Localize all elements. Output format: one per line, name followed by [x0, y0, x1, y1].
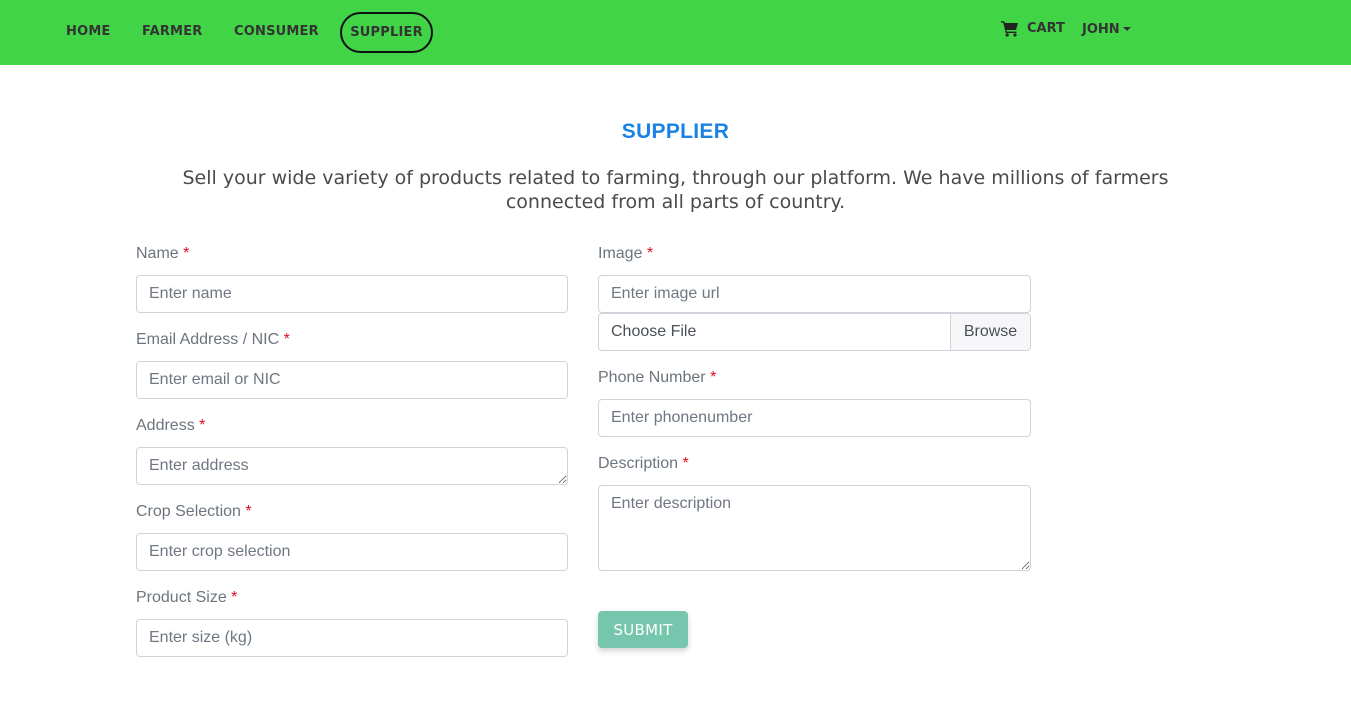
- image-label-text: Image: [598, 245, 643, 262]
- top-navbar: HOME FARMER CONSUMER SUPPLIER CART JOHN: [0, 0, 1351, 65]
- required-mark: *: [183, 245, 190, 262]
- address-label-text: Address: [136, 417, 195, 434]
- nav-home-link[interactable]: HOME: [66, 24, 111, 39]
- description-label: Description *: [598, 455, 689, 473]
- shopping-cart-icon: [1001, 21, 1018, 37]
- description-textarea[interactable]: [598, 485, 1031, 571]
- required-mark: *: [283, 331, 290, 348]
- caret-down-icon: [1122, 26, 1131, 31]
- cart-label: CART: [1027, 21, 1065, 36]
- nav-consumer-link[interactable]: CONSUMER: [234, 24, 319, 39]
- required-mark: *: [682, 455, 689, 472]
- address-label: Address *: [136, 417, 205, 435]
- image-url-input[interactable]: [598, 275, 1031, 313]
- size-label: Product Size *: [136, 589, 237, 607]
- required-mark: *: [710, 369, 717, 386]
- size-label-text: Product Size: [136, 589, 227, 606]
- name-input[interactable]: [136, 275, 568, 313]
- description-label-text: Description: [598, 455, 679, 472]
- email-label-text: Email Address / NIC: [136, 331, 280, 348]
- user-menu-dropdown[interactable]: JOHN: [1082, 22, 1131, 37]
- required-mark: *: [245, 503, 252, 520]
- file-upload-input[interactable]: Choose File Browse: [598, 313, 1031, 351]
- email-nic-input[interactable]: [136, 361, 568, 399]
- required-mark: *: [199, 417, 206, 434]
- product-size-input[interactable]: [136, 619, 568, 657]
- phone-label-text: Phone Number: [598, 369, 706, 386]
- cart-link[interactable]: CART: [1001, 20, 1065, 37]
- name-label-text: Name: [136, 245, 179, 262]
- nav-supplier-label: SUPPLIER: [350, 25, 423, 40]
- image-label: Image *: [598, 245, 653, 263]
- crop-label: Crop Selection *: [136, 503, 252, 521]
- crop-selection-input[interactable]: [136, 533, 568, 571]
- nav-supplier-link[interactable]: SUPPLIER: [340, 12, 433, 53]
- file-choose-text: Choose File: [611, 323, 697, 340]
- required-mark: *: [231, 589, 238, 606]
- name-label: Name *: [136, 245, 189, 263]
- phone-label: Phone Number *: [598, 369, 716, 387]
- browse-button[interactable]: Browse: [950, 314, 1030, 350]
- submit-button[interactable]: SUBMIT: [598, 611, 688, 648]
- phone-number-input[interactable]: [598, 399, 1031, 437]
- page-title: SUPPLIER: [621, 120, 730, 143]
- user-name-label: JOHN: [1082, 22, 1120, 37]
- email-label: Email Address / NIC *: [136, 331, 290, 349]
- address-textarea[interactable]: [136, 447, 568, 485]
- required-mark: *: [646, 245, 654, 262]
- crop-label-text: Crop Selection: [136, 503, 241, 520]
- page-description: Sell your wide variety of products relat…: [182, 167, 1169, 213]
- nav-farmer-link[interactable]: FARMER: [142, 24, 203, 39]
